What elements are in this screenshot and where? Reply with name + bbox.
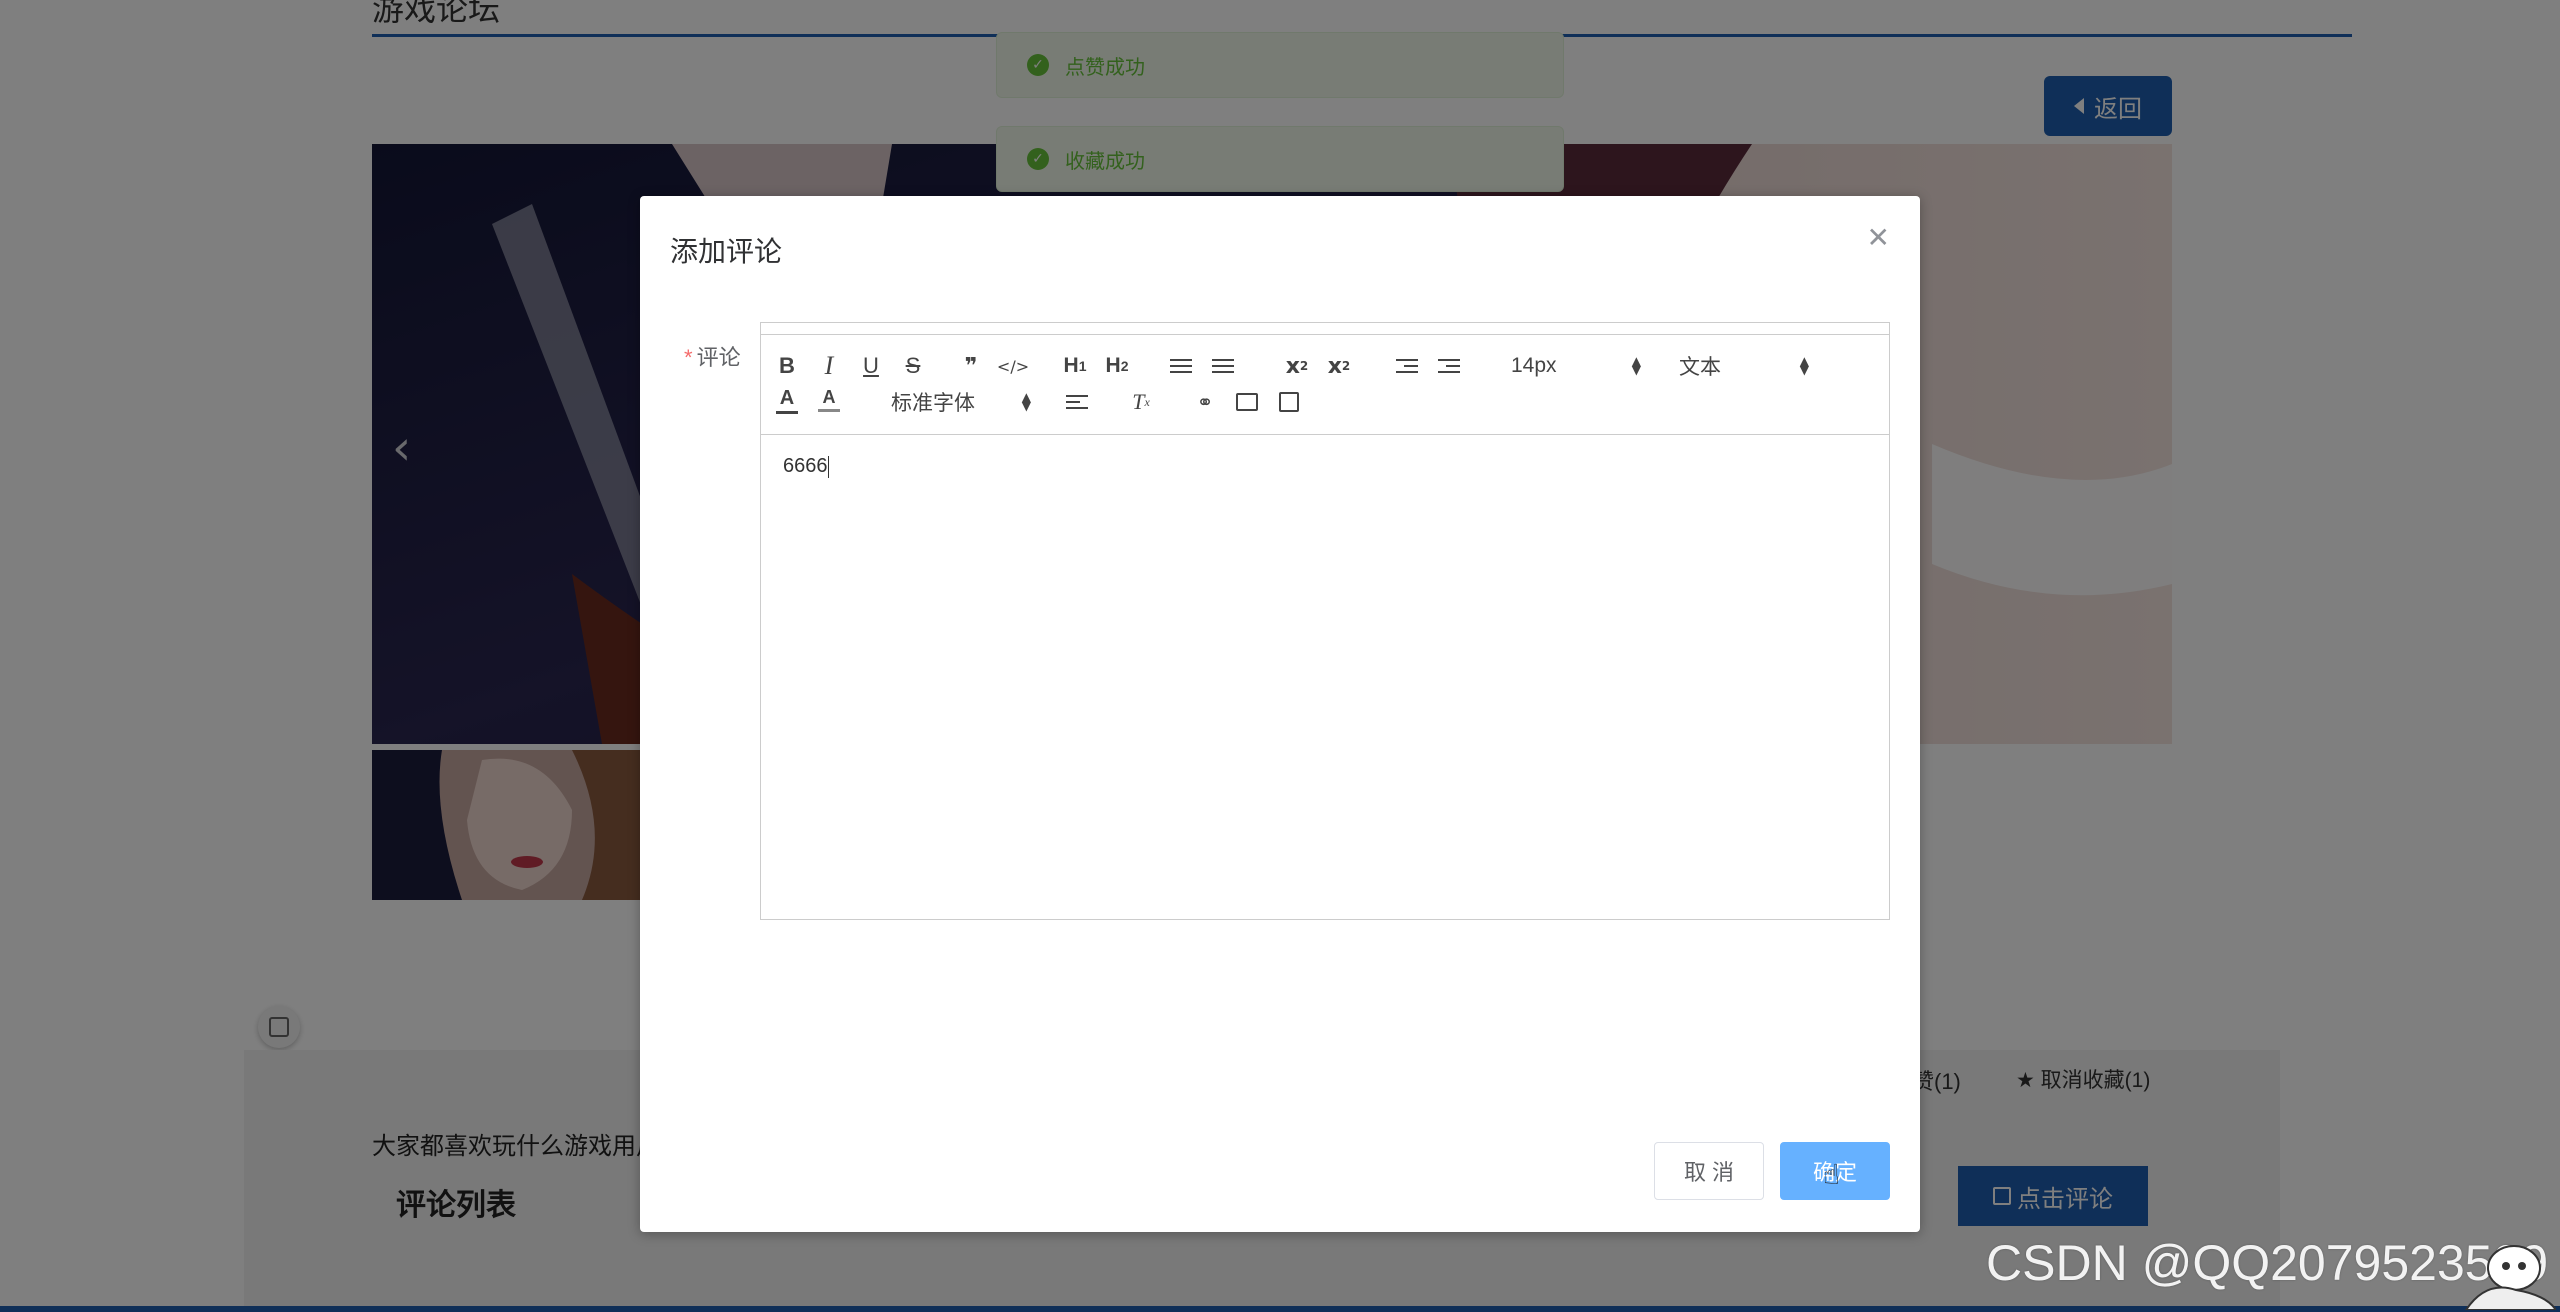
link-icon[interactable]: ⚭ bbox=[1189, 387, 1221, 417]
rich-text-editor: B I U S ❞ </> H1 H2 x2 x2 14px ▲ ▼ 文本 ▲ … bbox=[760, 322, 1890, 920]
editor-top-strip bbox=[761, 323, 1889, 335]
select-arrows-icon: ▲ ▼ bbox=[1799, 354, 1809, 377]
font-family-select[interactable]: 标准字体 ▲ ▼ bbox=[891, 387, 1031, 417]
required-marker: * bbox=[684, 345, 693, 370]
editor-toolbar: B I U S ❞ </> H1 H2 x2 x2 14px ▲ ▼ 文本 ▲ … bbox=[761, 335, 1889, 435]
cancel-button[interactable]: 取 消 bbox=[1654, 1142, 1764, 1200]
underline-icon[interactable]: U bbox=[855, 351, 887, 381]
ordered-list-icon[interactable] bbox=[1165, 351, 1197, 381]
header-select[interactable]: 文本 ▲ ▼ bbox=[1679, 351, 1809, 381]
comment-field-label: * 评论 bbox=[684, 340, 741, 372]
text-color-icon[interactable]: A bbox=[773, 387, 801, 417]
superscript-icon[interactable]: x2 bbox=[1323, 351, 1355, 381]
select-arrows-icon: ▲ ▼ bbox=[1021, 390, 1031, 413]
bold-icon[interactable]: B bbox=[771, 351, 803, 381]
indent-icon[interactable] bbox=[1433, 351, 1465, 381]
close-icon[interactable]: ✕ bbox=[1867, 224, 1890, 252]
editor-content-text: 6666 bbox=[783, 455, 828, 477]
dialog-title: 添加评论 bbox=[670, 236, 783, 267]
outdent-icon[interactable] bbox=[1391, 351, 1423, 381]
clear-format-icon[interactable]: Tx bbox=[1125, 387, 1157, 417]
font-size-value: 14px bbox=[1511, 354, 1557, 377]
mascot-logo bbox=[2464, 1245, 2556, 1310]
italic-icon[interactable]: I bbox=[813, 351, 845, 381]
mouse-cursor-icon: ☝ bbox=[1823, 1158, 1841, 1191]
text-caret bbox=[827, 455, 829, 478]
header-1-icon[interactable]: H1 bbox=[1059, 351, 1091, 381]
font-size-select[interactable]: 14px ▲ ▼ bbox=[1511, 351, 1641, 381]
select-arrows-icon: ▲ ▼ bbox=[1631, 354, 1641, 377]
font-family-value: 标准字体 bbox=[891, 392, 975, 415]
add-comment-dialog: 添加评论 ✕ * 评论 B I U S ❞ </> H1 H2 x2 x2 14… bbox=[640, 196, 1920, 1232]
subscript-icon[interactable]: x2 bbox=[1281, 351, 1313, 381]
comment-field-label-text: 评论 bbox=[696, 345, 741, 370]
bullet-list-icon[interactable] bbox=[1207, 351, 1239, 381]
image-icon[interactable] bbox=[1231, 387, 1263, 417]
strikethrough-icon[interactable]: S bbox=[897, 351, 929, 381]
background-color-icon[interactable]: A bbox=[815, 387, 843, 417]
editor-content-area[interactable]: 6666 bbox=[761, 435, 1889, 498]
header-select-value: 文本 bbox=[1679, 356, 1721, 379]
align-icon[interactable] bbox=[1061, 387, 1093, 417]
video-icon[interactable] bbox=[1273, 387, 1305, 417]
code-block-icon[interactable]: </> bbox=[997, 351, 1029, 381]
header-2-icon[interactable]: H2 bbox=[1101, 351, 1133, 381]
blockquote-icon[interactable]: ❞ bbox=[955, 351, 987, 381]
